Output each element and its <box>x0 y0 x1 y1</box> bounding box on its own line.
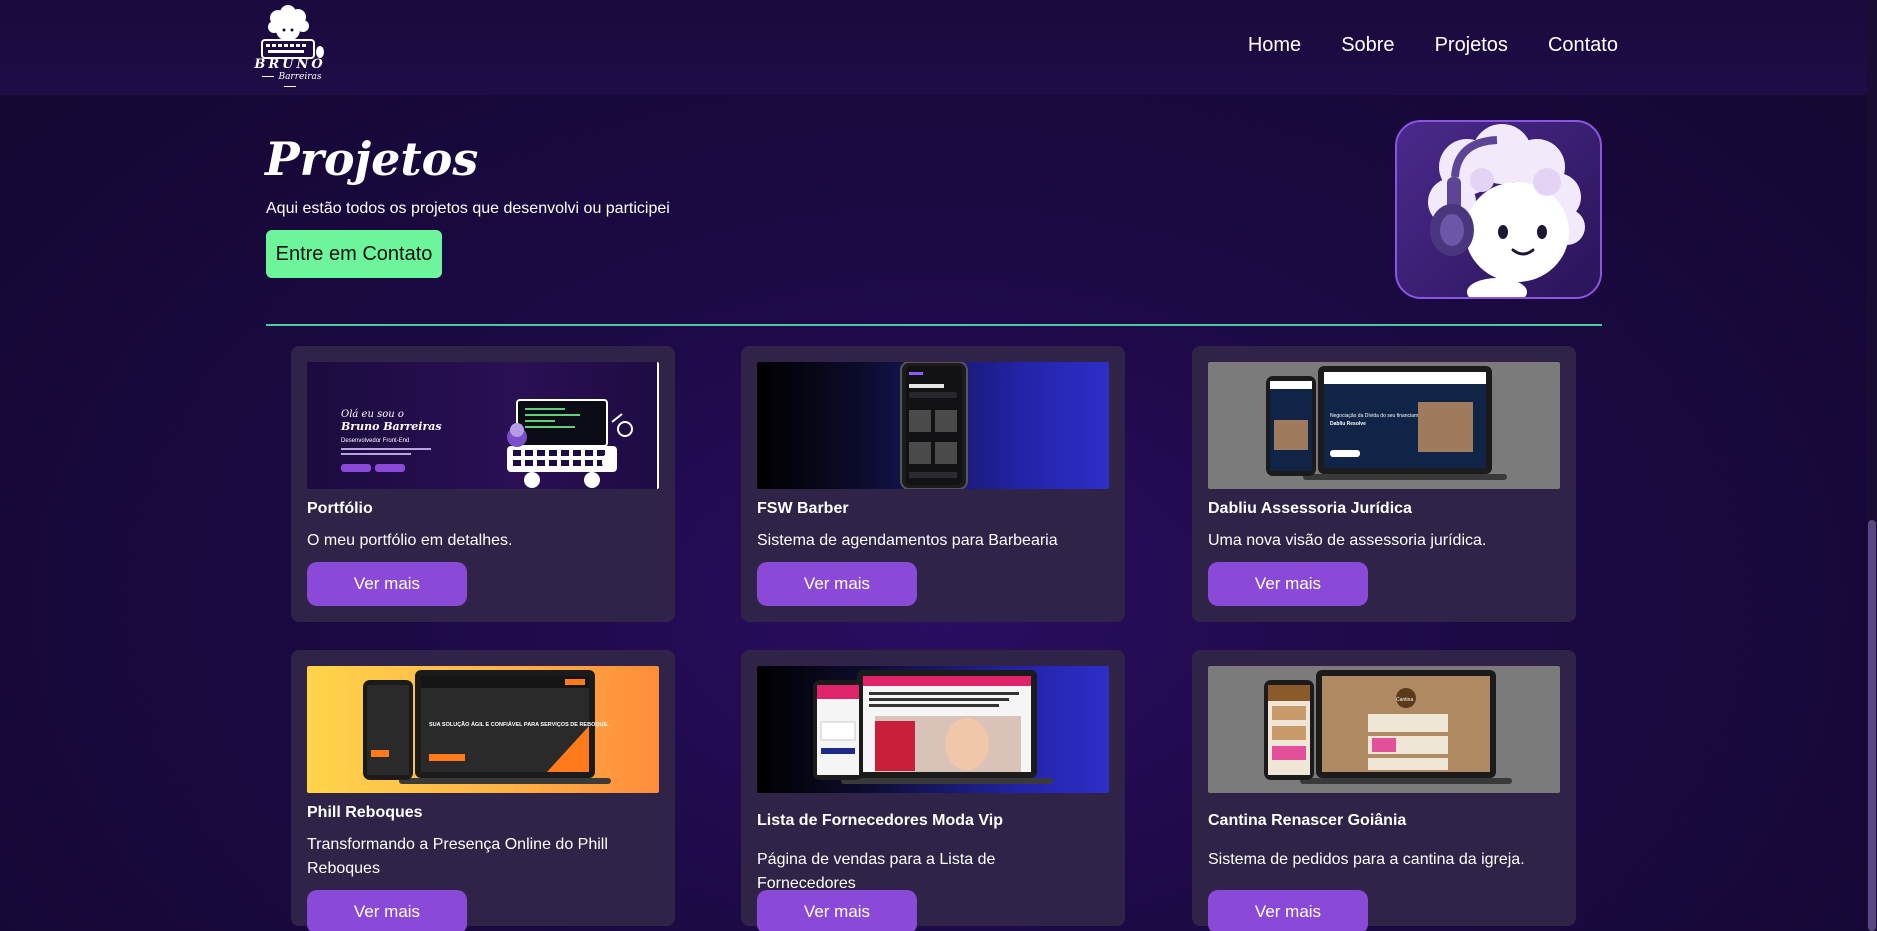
main-nav: Home Sobre Projetos Contato <box>1248 34 1618 57</box>
thumb-logo-text: Cantina <box>1396 697 1413 703</box>
thumb-headline: SUA SOLUÇÃO ÁGIL E CONFIÁVEL PARA SERVIÇ… <box>429 721 609 728</box>
page-title: Projetos <box>265 132 479 186</box>
thumb-hello: Olá eu sou o <box>341 409 404 420</box>
project-thumbnail <box>757 666 1109 793</box>
project-card-dabliu: Negociação da Dívida do seu financiament… <box>1192 346 1576 622</box>
project-thumbnail: SUA SOLUÇÃO ÁGIL E CONFIÁVEL PARA SERVIÇ… <box>307 666 659 793</box>
project-card-fsw-barber: FSW Barber Sistema de agendamentos para … <box>741 346 1125 622</box>
thumb-name: Bruno Barreiras <box>340 420 442 433</box>
project-description: Sistema de agendamentos para Barbearia <box>757 532 1058 549</box>
view-more-button[interactable]: Ver mais <box>307 890 467 931</box>
view-more-button[interactable]: Ver mais <box>1208 890 1368 931</box>
page-scrollbar[interactable] <box>1867 0 1877 931</box>
logo-subtitle: Barreiras <box>250 72 330 92</box>
project-title: Lista de Fornecedores Moda Vip <box>757 812 1003 829</box>
thumb-role: Desenvolvedor Front-End <box>341 438 409 444</box>
view-more-button[interactable]: Ver mais <box>307 562 467 606</box>
section-divider <box>266 324 1602 326</box>
project-thumbnail: Negociação da Dívida do seu financiament… <box>1208 362 1560 489</box>
project-title: Phill Reboques <box>307 804 423 821</box>
nav-projetos[interactable]: Projetos <box>1435 34 1508 57</box>
project-description: Sistema de pedidos para a cantina da igr… <box>1208 851 1525 868</box>
project-thumbnail <box>757 362 1109 489</box>
project-card-moda-vip: Lista de Fornecedores Moda Vip Página de… <box>741 650 1125 931</box>
logo-subtitle-text: Barreiras <box>278 72 322 82</box>
thumb-headline: Negociação da Dívida do seu financiament… <box>1330 413 1429 419</box>
project-card-cantina: Cantina Cantina Renascer Goiânia Sistema… <box>1192 650 1576 931</box>
project-description: Página de vendas para a Lista de Fornece… <box>757 851 996 892</box>
view-more-button[interactable]: Ver mais <box>1208 562 1368 606</box>
thumb-brand: Dabliu Resolve <box>1330 421 1366 427</box>
project-thumbnail: Cantina <box>1208 666 1560 793</box>
project-title: Dabliu Assessoria Jurídica <box>1208 500 1412 517</box>
view-more-button[interactable]: Ver mais <box>757 890 917 931</box>
contact-button[interactable]: Entre em Contato <box>266 230 442 278</box>
nav-contato[interactable]: Contato <box>1548 34 1618 57</box>
nav-sobre[interactable]: Sobre <box>1341 34 1394 57</box>
project-card-phill-reboques: SUA SOLUÇÃO ÁGIL E CONFIÁVEL PARA SERVIÇ… <box>291 650 675 931</box>
logo-name: BRUNO <box>254 57 326 72</box>
project-title: Portfólio <box>307 500 373 517</box>
project-description: O meu portfólio em detalhes. <box>307 532 513 549</box>
project-description: Uma nova visão de assessoria jurídica. <box>1208 532 1487 549</box>
scrollbar-thumb[interactable] <box>1868 520 1876 931</box>
project-title: Cantina Renascer Goiânia <box>1208 812 1407 829</box>
project-description: Transformando a Presença Online do Phill… <box>307 836 608 877</box>
view-more-button[interactable]: Ver mais <box>757 562 917 606</box>
site-header: BRUNO Barreiras Home Sobre Projetos Cont… <box>0 0 1877 95</box>
project-title: FSW Barber <box>757 500 849 517</box>
nav-home[interactable]: Home <box>1248 34 1301 57</box>
page-subtitle: Aqui estão todos os projetos que desenvo… <box>266 200 670 217</box>
avatar-mascot-icon <box>1428 124 1585 297</box>
project-thumbnail: Olá eu sou o Bruno Barreiras Desenvolved… <box>307 362 659 489</box>
avatar <box>1395 120 1602 299</box>
project-card-portfolio: Olá eu sou o Bruno Barreiras Desenvolved… <box>291 346 675 622</box>
